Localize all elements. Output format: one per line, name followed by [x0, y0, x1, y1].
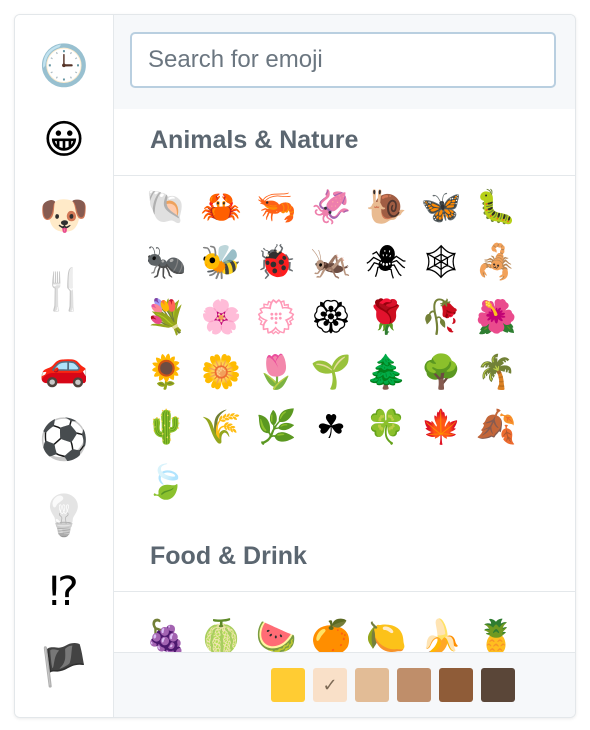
- emoji-picker: 🕒 😀 🐶 🍴 🚗 ⚽ 💡 ⁉ 🏴 Animals & Nature 🐚🦀🦐🦑🐌…: [14, 14, 576, 718]
- emoji-item[interactable]: 🌾: [196, 402, 246, 452]
- emoji-item[interactable]: 🌿: [251, 402, 301, 452]
- emoji-item[interactable]: 🐞: [251, 237, 301, 287]
- soccer-ball-icon[interactable]: ⚽: [39, 415, 89, 465]
- dog-face-icon[interactable]: 🐶: [39, 191, 89, 241]
- emoji-item[interactable]: 🐝: [196, 237, 246, 287]
- emoji-item[interactable]: 🦑: [306, 182, 356, 232]
- skin-tone-swatch[interactable]: [271, 668, 305, 702]
- emoji-item[interactable]: 🕸: [416, 237, 466, 287]
- emoji-item[interactable]: 🏵: [306, 292, 356, 342]
- section-header-animals: Animals & Nature: [114, 109, 575, 176]
- emoji-item[interactable]: 🌴: [471, 347, 521, 397]
- emoji-item[interactable]: 🐚: [141, 182, 191, 232]
- emoji-item[interactable]: 🍁: [416, 402, 466, 452]
- emoji-item[interactable]: 🍀: [361, 402, 411, 452]
- emoji-item[interactable]: 🦀: [196, 182, 246, 232]
- skin-tone-swatch[interactable]: [481, 668, 515, 702]
- emoji-item[interactable]: 🌹: [361, 292, 411, 342]
- emoji-item[interactable]: 🐛: [471, 182, 521, 232]
- category-sidebar: 🕒 😀 🐶 🍴 🚗 ⚽ 💡 ⁉ 🏴: [15, 15, 114, 717]
- emoji-item[interactable]: 🌱: [306, 347, 356, 397]
- section-title: Animals & Nature: [150, 126, 359, 154]
- exclamation-question-icon[interactable]: ⁉: [39, 567, 89, 617]
- emoji-item[interactable]: 🦗: [306, 237, 356, 287]
- grinning-face-icon[interactable]: 😀: [39, 115, 89, 165]
- emoji-item[interactable]: 🐌: [361, 182, 411, 232]
- skin-tone-swatch[interactable]: [355, 668, 389, 702]
- section-title: Food & Drink: [150, 542, 307, 570]
- emoji-item[interactable]: 🦐: [251, 182, 301, 232]
- checkmark-icon: ✓: [322, 674, 338, 696]
- emoji-item[interactable]: 🌳: [416, 347, 466, 397]
- emoji-item[interactable]: 🐜: [141, 237, 191, 287]
- emoji-item[interactable]: 💮: [251, 292, 301, 342]
- clock-icon[interactable]: 🕒: [39, 41, 89, 91]
- emoji-item[interactable]: ☘: [306, 402, 356, 452]
- skin-tone-bar: ✓: [114, 652, 575, 717]
- search-input[interactable]: [130, 32, 556, 88]
- emoji-item[interactable]: 🌻: [141, 347, 191, 397]
- skin-tone-swatch[interactable]: [439, 668, 473, 702]
- car-icon[interactable]: 🚗: [39, 341, 89, 391]
- emoji-item[interactable]: 🌼: [196, 347, 246, 397]
- emoji-item[interactable]: 🍃: [141, 457, 191, 507]
- skin-tone-swatch[interactable]: [397, 668, 431, 702]
- emoji-item[interactable]: 🥀: [416, 292, 466, 342]
- black-flag-icon[interactable]: 🏴: [39, 641, 89, 691]
- emoji-item[interactable]: 💐: [141, 292, 191, 342]
- emoji-item[interactable]: 🕷: [361, 237, 411, 287]
- light-bulb-icon[interactable]: 💡: [39, 491, 89, 541]
- emoji-item[interactable]: 🌸: [196, 292, 246, 342]
- search-bar: [114, 15, 575, 110]
- emoji-item[interactable]: 🌲: [361, 347, 411, 397]
- emoji-item[interactable]: 🍂: [471, 402, 521, 452]
- fork-knife-icon[interactable]: 🍴: [39, 265, 89, 315]
- emoji-item[interactable]: 🦋: [416, 182, 466, 232]
- section-header-food: Food & Drink: [114, 525, 575, 592]
- emoji-item[interactable]: 🌷: [251, 347, 301, 397]
- skin-tone-swatch[interactable]: ✓: [313, 668, 347, 702]
- emoji-item[interactable]: 🌺: [471, 292, 521, 342]
- emoji-item[interactable]: 🦂: [471, 237, 521, 287]
- emoji-item[interactable]: 🌵: [141, 402, 191, 452]
- emoji-panel: Animals & Nature 🐚🦀🦐🦑🐌🦋🐛 🐜🐝🐞🦗🕷🕸🦂 💐🌸💮🏵🌹🥀🌺 🌻🌼…: [114, 15, 575, 717]
